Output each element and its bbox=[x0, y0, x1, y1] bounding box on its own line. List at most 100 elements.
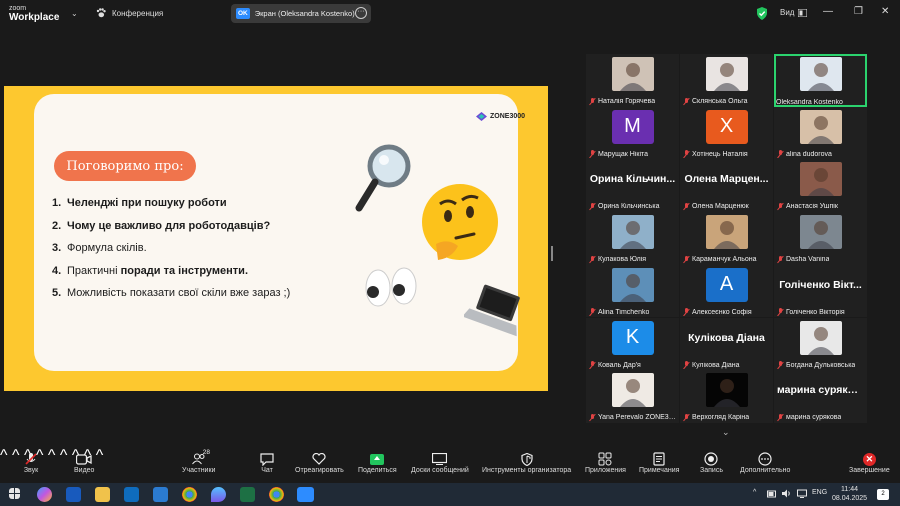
more-options-icon[interactable]: ··· bbox=[355, 7, 367, 19]
windows-start-icon[interactable] bbox=[9, 488, 20, 499]
participant-display-name: Олена Марцен... bbox=[684, 173, 769, 186]
participant-tile[interactable]: M Марущак Нікіта bbox=[586, 106, 679, 160]
excel-icon[interactable] bbox=[240, 487, 255, 502]
participant-tile[interactable]: Yana Perevalo ZONE30... bbox=[586, 370, 679, 423]
restore-icon[interactable]: ❐ bbox=[854, 6, 863, 17]
participant-name: Alina Timchenko bbox=[598, 308, 650, 316]
participant-tile[interactable]: K Коваль Дар'я bbox=[586, 317, 679, 371]
zoom-logo[interactable]: zoom Workplace bbox=[9, 4, 59, 23]
video-button[interactable]: Видео bbox=[74, 451, 94, 474]
participant-tile[interactable]: Кулікова Діана Кулікова Діана bbox=[680, 317, 773, 371]
participants-count: 28 bbox=[202, 449, 210, 456]
mic-muted-icon bbox=[776, 255, 784, 264]
drop-app-icon[interactable] bbox=[211, 487, 226, 502]
outlook-icon[interactable] bbox=[124, 487, 139, 502]
react-options-caret[interactable]: ^ bbox=[48, 447, 56, 464]
conference-info[interactable]: Конференция bbox=[96, 8, 163, 18]
remote-desktop-icon[interactable] bbox=[153, 487, 168, 502]
minimize-icon[interactable]: — bbox=[823, 6, 833, 17]
screen-share-label: Экран (Oleksandra Kostenko) bbox=[254, 9, 355, 18]
network-icon[interactable] bbox=[797, 489, 807, 498]
participant-name: Анастасія Ушпік bbox=[786, 203, 838, 211]
resize-splitter[interactable] bbox=[551, 246, 553, 261]
apps-button[interactable]: Приложения bbox=[585, 451, 626, 474]
chat-icon bbox=[257, 451, 277, 467]
participant-tile[interactable]: Кулакова Юлія bbox=[586, 212, 679, 265]
video-options-caret[interactable]: ^ bbox=[12, 447, 20, 464]
notes-options-caret[interactable]: ^ bbox=[96, 447, 104, 464]
participant-avatar: A bbox=[705, 267, 748, 302]
host-tools-label: Инструменты организатора bbox=[482, 467, 572, 474]
participant-tile[interactable]: Орина Кільчин... Орина Кільчинська bbox=[586, 159, 679, 212]
conference-label: Конференция bbox=[112, 8, 164, 18]
taskbar-clock[interactable]: 11:44 08.04.2025 bbox=[832, 485, 867, 503]
chat-button[interactable]: Чат bbox=[257, 451, 277, 474]
notification-badge[interactable]: 2 bbox=[877, 489, 889, 500]
react-label: Отреагировать bbox=[295, 467, 344, 474]
more-button[interactable]: Дополнительно bbox=[740, 451, 790, 474]
share-button[interactable]: Поделиться bbox=[358, 451, 397, 474]
participant-tile[interactable]: Анастасія Ушпік bbox=[774, 159, 867, 212]
participant-name-label: Караманчук Альона bbox=[682, 255, 771, 264]
top-bar: zoom Workplace ⌄ Конференция OK Экран (O… bbox=[0, 0, 900, 27]
participant-name-label: марина сурякова bbox=[776, 413, 865, 422]
participant-name-label: Dasha Vanina bbox=[776, 255, 865, 264]
encryption-shield-icon[interactable] bbox=[756, 7, 768, 20]
zoom-taskbar-icon[interactable] bbox=[297, 487, 314, 502]
participant-tile[interactable]: Богдана Дульковська bbox=[774, 317, 867, 371]
participant-tile[interactable]: A Алексеєнко Софія bbox=[680, 264, 773, 318]
participant-tile[interactable]: Голіченко Вікт... Голіченко Вікторія bbox=[774, 264, 867, 318]
agenda-item: 2. Чому це важливо для роботодавців? bbox=[52, 219, 271, 232]
shield-icon bbox=[517, 451, 537, 467]
participant-tile[interactable]: Олена Марцен... Олена Марценюк bbox=[680, 159, 773, 212]
participants-button[interactable]: 28 Участники bbox=[182, 449, 215, 474]
tray-chevron-icon[interactable]: ^ bbox=[753, 489, 756, 496]
thinking-face-icon bbox=[422, 184, 498, 260]
participant-tile[interactable]: alina dudorova bbox=[774, 106, 867, 160]
chrome-profile-icon[interactable] bbox=[269, 487, 284, 502]
participant-tile[interactable]: Верхогляд Каріна bbox=[680, 370, 773, 423]
participant-tile[interactable]: Склянська Ольга bbox=[680, 54, 773, 107]
audio-options-caret[interactable]: ^ bbox=[0, 447, 8, 464]
screen-share-indicator[interactable]: OK Экран (Oleksandra Kostenko) ··· bbox=[231, 4, 371, 23]
participant-name-label: Орина Кільчинська bbox=[588, 202, 677, 211]
participant-avatar: X bbox=[705, 109, 748, 144]
file-explorer-icon[interactable] bbox=[95, 487, 110, 502]
participant-tile[interactable]: X Хотінець Наталія bbox=[680, 106, 773, 160]
whiteboards-button[interactable]: Доски сообщений bbox=[411, 451, 469, 474]
host-tools-button[interactable]: Инструменты организатора bbox=[482, 451, 571, 474]
view-menu[interactable]: Вид bbox=[780, 8, 808, 17]
input-language[interactable]: ENG bbox=[812, 489, 827, 496]
participant-tile[interactable]: Караманчук Альона bbox=[680, 212, 773, 265]
participant-tile[interactable]: Oleksandra Kostenko bbox=[774, 54, 867, 107]
speaker-icon[interactable] bbox=[782, 489, 792, 498]
gallery-next-page-icon[interactable]: ⌄ bbox=[722, 427, 730, 438]
battery-icon[interactable] bbox=[767, 490, 777, 498]
notes-button[interactable]: Примечания bbox=[639, 451, 679, 474]
participant-name: Хотінець Наталія bbox=[692, 150, 748, 158]
mic-muted-icon bbox=[588, 202, 596, 211]
share-options-caret[interactable]: ^ bbox=[60, 447, 68, 464]
participant-tile[interactable]: Наталія Горячева bbox=[586, 54, 679, 107]
record-button[interactable]: Запись bbox=[700, 451, 723, 474]
end-meeting-button[interactable]: ✕ Завершение bbox=[849, 451, 890, 474]
mic-muted-icon bbox=[588, 97, 596, 106]
word-icon[interactable] bbox=[66, 487, 81, 502]
mic-muted-icon bbox=[682, 413, 690, 422]
participant-avatar: M bbox=[611, 109, 654, 144]
copilot-icon[interactable] bbox=[37, 487, 52, 502]
participant-tile[interactable]: марина сурякова марина сурякова bbox=[774, 370, 867, 423]
participant-video bbox=[611, 215, 654, 250]
chevron-down-icon[interactable]: ⌄ bbox=[71, 9, 78, 18]
slide-agenda-list: 1. Челенджі при пошуку роботи 2. Чому це в… bbox=[52, 197, 290, 310]
participant-tile[interactable]: Alina Timchenko bbox=[586, 264, 679, 318]
sharer-badge: OK bbox=[236, 8, 250, 19]
close-icon[interactable]: ✕ bbox=[881, 6, 889, 17]
whiteboard-icon bbox=[430, 451, 450, 467]
zoom-window: zoom Workplace ⌄ Конференция OK Экран (O… bbox=[0, 0, 900, 506]
audio-button[interactable]: Звук bbox=[21, 451, 41, 474]
chrome-icon[interactable] bbox=[182, 487, 197, 502]
zone3000-text: ZONE3000 bbox=[490, 113, 526, 120]
participant-tile[interactable]: Dasha Vanina bbox=[774, 212, 867, 265]
react-button[interactable]: Отреагировать bbox=[295, 451, 344, 474]
